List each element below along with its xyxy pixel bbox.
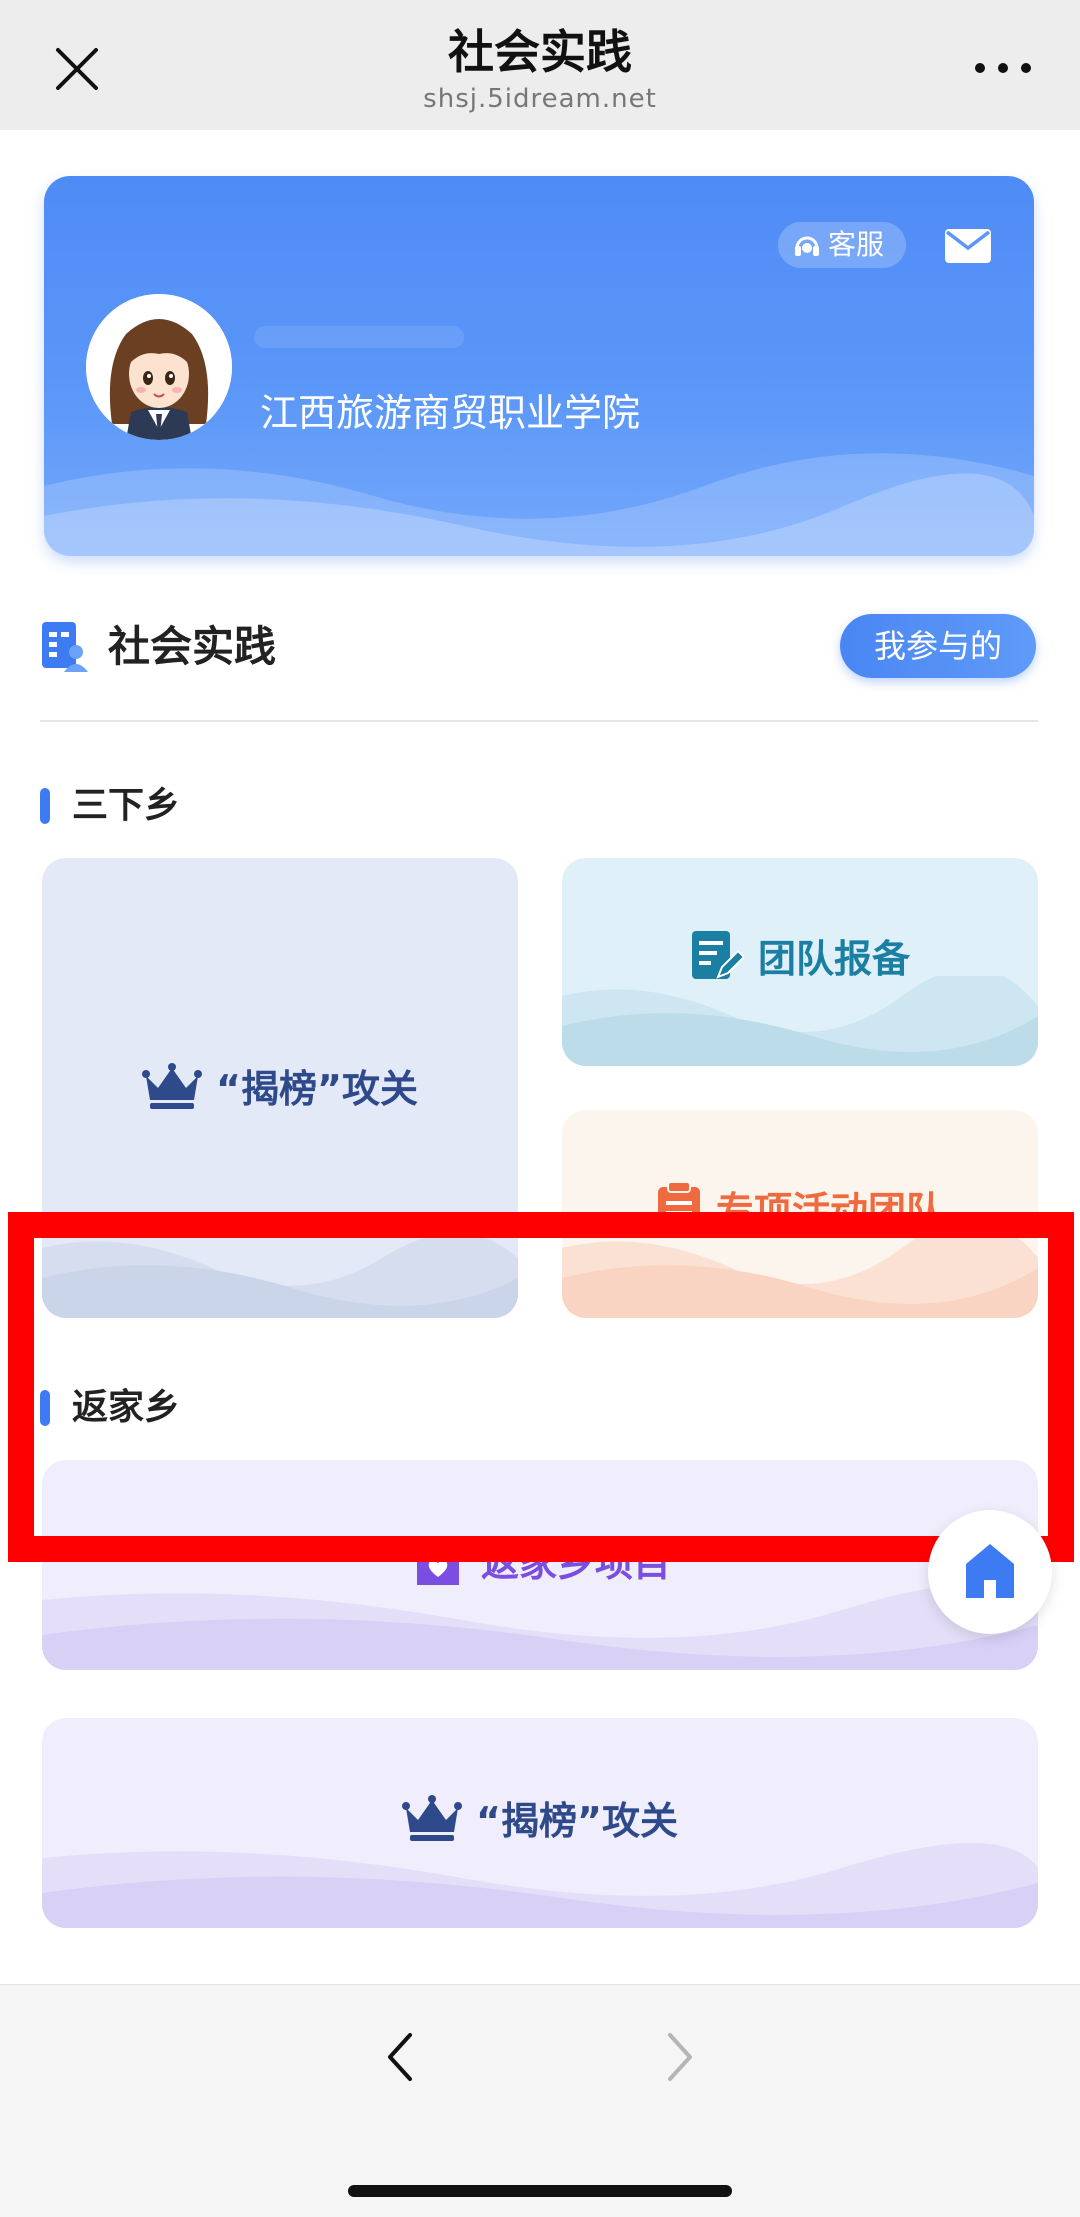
tile-wave-decoration [42,1843,1038,1928]
message-button[interactable] [944,228,992,264]
more-dots-icon [975,63,1031,73]
clipboard-icon [657,1180,700,1233]
tile-label: 返家乡项目 [480,1541,671,1585]
tile-special-activity-team[interactable]: 专项活动团队 [562,1110,1038,1318]
crown-icon [142,1062,203,1109]
floating-home-button[interactable] [928,1510,1052,1634]
group-marker [40,1390,50,1426]
tile-wave-decoration [562,976,1038,1066]
crown-icon [402,1794,463,1841]
top-bar: 社会实践 shsj.5idream.net [0,0,1080,130]
group-title-sanxiaxiang: 三下乡 [72,785,181,826]
school-name: 江西旅游商贸职业学院 [260,391,641,435]
tile-label: 团队报备 [757,937,910,981]
home-icon [966,1544,1014,1598]
tile-team-registration[interactable]: 团队报备 [562,858,1038,1066]
customer-service-label: 客服 [828,228,885,261]
page-url: shsj.5idream.net [423,84,657,114]
my-participation-button[interactable]: 我参与的 [840,614,1036,678]
chevron-left-icon [388,2033,412,2081]
practice-section-icon [42,622,88,672]
mail-icon [945,229,991,263]
headset-icon [795,236,819,256]
chevron-right-icon [668,2033,692,2081]
back-button[interactable] [380,2027,420,2087]
divider [40,720,1038,722]
tile-return-home-project[interactable]: 返家乡项目 [42,1460,1038,1670]
avatar[interactable] [86,294,232,440]
profile-card: 客服 江西旅游商贸职业学院 [44,176,1034,556]
group-title-fanjiaxiang: 返家乡 [72,1387,181,1428]
tile-jiebang-challenge-2[interactable]: “揭榜”攻关 [42,1718,1038,1928]
tile-label: “揭榜”攻关 [216,1067,418,1111]
page-title: 社会实践 [448,25,632,79]
tile-jiebang-challenge[interactable]: “揭榜”攻关 [42,858,518,1318]
section-title: 社会实践 [108,622,277,671]
tile-label: 专项活动团队 [715,1189,944,1233]
main-content: 客服 江西旅游商贸职业学院 社会实践 我参与的 三下乡 “揭榜”攻关 团队报备 … [0,130,1080,1984]
home-indicator [348,2185,732,2197]
more-button[interactable] [972,50,1034,86]
customer-service-button[interactable]: 客服 [778,222,906,268]
avatar-girl-icon [86,294,232,440]
home-heart-icon [410,1536,465,1585]
bottom-nav-bar [0,1984,1080,2217]
forward-button[interactable] [660,2027,700,2087]
username-redacted [254,326,464,348]
edit-note-icon [691,930,744,979]
title-block: 社会实践 shsj.5idream.net [0,22,1080,116]
card-wave-decoration [44,453,1034,556]
tile-label: “揭榜”攻关 [476,1799,678,1843]
tile-wave-decoration [42,1585,1038,1670]
tile-wave-decoration [562,1228,1038,1318]
tile-wave-decoration [42,1233,518,1318]
group-marker [40,788,50,824]
